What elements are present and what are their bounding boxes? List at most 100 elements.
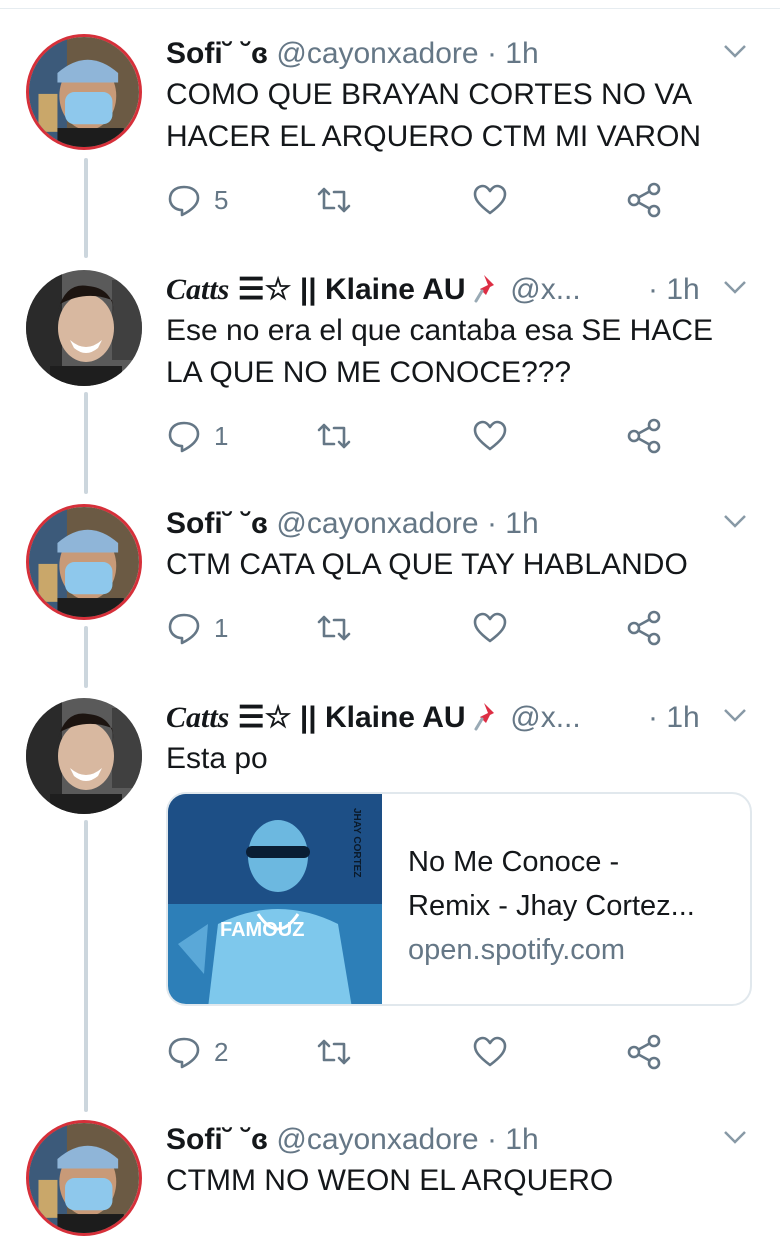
reply-icon xyxy=(168,1037,200,1069)
reply-button[interactable]: 5 xyxy=(166,180,228,220)
display-name-suffix: ˘ ˘ɞ xyxy=(222,1123,269,1156)
display-name-tag: Klaine AU xyxy=(324,273,466,306)
avatar-image xyxy=(26,698,142,814)
time-separator: · xyxy=(486,1123,497,1156)
timestamp[interactable]: 1h xyxy=(505,37,538,70)
chevron-down-icon[interactable] xyxy=(720,700,750,730)
display-name-symbols: ☰☆ || xyxy=(229,273,325,306)
user-handle[interactable]: @x... xyxy=(510,701,580,734)
like-button[interactable] xyxy=(472,180,508,220)
avatar-image xyxy=(29,37,139,147)
share-button[interactable] xyxy=(626,180,662,220)
avatar-image xyxy=(29,1123,139,1233)
avatar-image xyxy=(26,270,142,386)
pushpin-icon xyxy=(474,703,494,731)
like-button[interactable] xyxy=(472,1032,508,1072)
display-name[interactable]: Catts xyxy=(166,701,229,734)
display-name-suffix: ˘ ˘ɞ xyxy=(222,37,269,70)
thread-line xyxy=(84,626,88,688)
like-button[interactable] xyxy=(472,416,508,456)
tweet-text-line: CTMM NO WEON EL ARQUERO xyxy=(166,1164,614,1197)
share-button[interactable] xyxy=(626,416,662,456)
chevron-down-icon[interactable] xyxy=(720,506,750,536)
display-name-tag: Klaine AU xyxy=(324,701,466,734)
avatar[interactable] xyxy=(26,698,142,814)
chevron-down-icon[interactable] xyxy=(720,36,750,66)
reply-icon xyxy=(168,613,200,645)
tweet-text: COMO QUE BRAYAN CORTES NO VA HACER EL AR… xyxy=(166,74,701,158)
user-handle[interactable]: @cayonxadore xyxy=(276,507,478,540)
tweet-actions: 1 xyxy=(166,608,686,648)
avatar[interactable] xyxy=(26,504,142,620)
user-handle[interactable]: @cayonxadore xyxy=(276,37,478,70)
display-name[interactable]: Sofi xyxy=(166,1123,223,1156)
tweet-text-line: Ese no era el que cantaba esa SE HACE xyxy=(166,314,714,347)
tweet-text-line: COMO QUE BRAYAN CORTES NO VA xyxy=(166,78,693,111)
avatar[interactable] xyxy=(26,34,142,150)
retweet-button[interactable] xyxy=(316,1032,352,1072)
display-name-suffix: ˘ ˘ɞ xyxy=(222,507,269,540)
tweet-actions: 2 xyxy=(166,1032,686,1072)
time-separator: · xyxy=(648,273,658,306)
album-art-title: FAMOUZ xyxy=(220,919,304,941)
tweet-header: Sofi˘ ˘ɞ @cayonxadore · 1h xyxy=(166,504,539,544)
user-handle[interactable]: @x... xyxy=(510,273,580,306)
reply-button[interactable]: 1 xyxy=(166,608,228,648)
avatar[interactable] xyxy=(26,270,142,386)
timestamp[interactable]: 1h xyxy=(666,273,699,306)
user-handle[interactable]: @cayonxadore xyxy=(276,1123,478,1156)
share-icon xyxy=(627,182,661,218)
card-title: Remix - Jhay Cortez... xyxy=(408,890,695,922)
reply-count: 2 xyxy=(214,1036,229,1067)
tweet-header: Catts ☰☆ || Klaine AU @x... xyxy=(166,270,581,310)
thread-line xyxy=(84,392,88,494)
timestamp[interactable]: 1h xyxy=(505,507,538,540)
heart-icon xyxy=(473,420,507,451)
retweet-icon xyxy=(317,1039,351,1065)
tweet-text-line: HACER EL ARQUERO CTM MI VARON xyxy=(166,120,702,153)
tweet-header: Sofi˘ ˘ɞ @cayonxadore · 1h xyxy=(166,1120,539,1160)
reply-icon xyxy=(168,185,200,217)
display-name[interactable]: Sofi xyxy=(166,507,223,540)
retweet-icon xyxy=(317,423,351,449)
tweet-text: CTM CATA QLA QUE TAY HABLANDO xyxy=(166,544,688,586)
tweet-text: Esta po xyxy=(166,738,268,780)
time-separator: · xyxy=(486,507,497,540)
share-button[interactable] xyxy=(626,1032,662,1072)
retweet-button[interactable] xyxy=(316,416,352,456)
tweet-text-line: LA QUE NO ME CONOCE??? xyxy=(166,356,572,389)
chevron-down-icon[interactable] xyxy=(720,272,750,302)
avatar-image xyxy=(29,507,139,617)
reply-count: 1 xyxy=(214,612,229,643)
tweet-actions: 5 xyxy=(166,180,686,220)
like-button[interactable] xyxy=(472,608,508,648)
share-icon xyxy=(627,1034,661,1070)
avatar[interactable] xyxy=(26,1120,142,1236)
share-icon xyxy=(627,610,661,646)
tweet-text-line: CTM CATA QLA QUE TAY HABLANDO xyxy=(166,548,688,581)
pushpin-icon xyxy=(474,275,494,303)
link-card[interactable]: JHAY CORTEZ FAMOUZ No Me Conoce - Remix … xyxy=(166,792,752,1006)
display-name-symbols: ☰☆ || xyxy=(229,701,325,734)
retweet-button[interactable] xyxy=(316,608,352,648)
time-meta: · 1h xyxy=(648,270,700,310)
reply-button[interactable]: 1 xyxy=(166,416,228,456)
reply-button[interactable]: 2 xyxy=(166,1032,228,1072)
timestamp[interactable]: 1h xyxy=(666,701,699,734)
chevron-down-icon[interactable] xyxy=(720,1122,750,1152)
time-meta: · 1h xyxy=(648,698,700,738)
heart-icon xyxy=(473,612,507,643)
share-button[interactable] xyxy=(626,608,662,648)
tweet-actions: 1 xyxy=(166,416,686,456)
reply-count: 1 xyxy=(214,420,229,451)
timestamp[interactable]: 1h xyxy=(505,1123,538,1156)
thread-line xyxy=(84,158,88,258)
top-divider xyxy=(0,0,780,9)
heart-icon xyxy=(473,184,507,215)
tweet-text-line: Esta po xyxy=(166,742,268,775)
display-name[interactable]: Sofi xyxy=(166,37,223,70)
card-text: No Me Conoce - Remix - Jhay Cortez... op… xyxy=(408,840,738,972)
retweet-button[interactable] xyxy=(316,180,352,220)
card-domain: open.spotify.com xyxy=(408,934,626,966)
display-name[interactable]: Catts xyxy=(166,273,229,306)
